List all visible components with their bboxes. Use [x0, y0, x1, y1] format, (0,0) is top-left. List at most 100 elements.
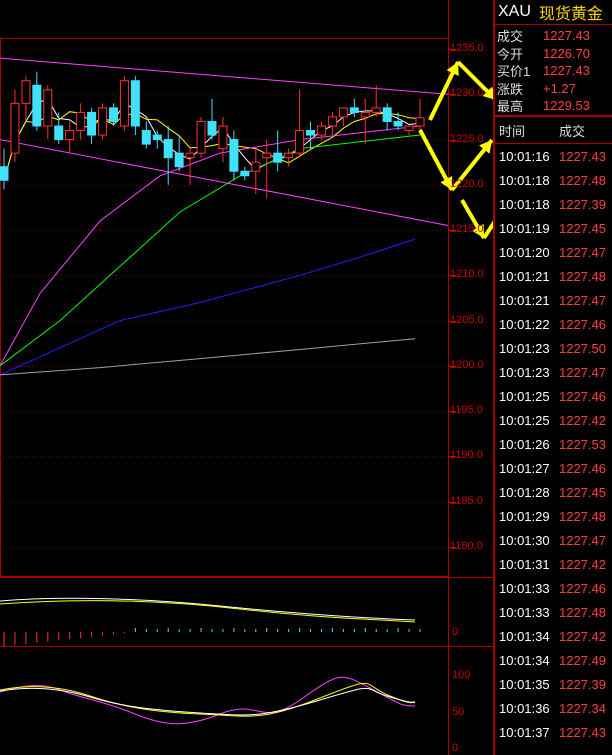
candle-body [295, 130, 305, 154]
ticks-header: 时间 成交 [495, 117, 612, 144]
tick-price: 1227.48 [559, 508, 606, 524]
ma-line [0, 338, 416, 376]
price-axis-label: 1190.0 [450, 449, 483, 462]
tick-time: 10:01:21 [499, 268, 550, 284]
candle-body [327, 116, 337, 127]
tick-price: 1227.39 [559, 196, 606, 212]
price-axis-label: 1220.0 [450, 177, 484, 190]
price-axis-label: 1195.0 [450, 404, 483, 417]
ticks-price-header: 成交 [559, 123, 586, 139]
candle-body [262, 152, 272, 159]
candle-body [273, 152, 283, 163]
tick-price: 1227.46 [559, 460, 606, 476]
macd-line [0, 597, 416, 621]
tick-price: 1227.39 [559, 676, 606, 692]
tick-time: 10:01:23 [499, 340, 550, 356]
tick-time: 10:01:19 [499, 220, 550, 236]
quote-value: 1226.70 [543, 45, 590, 61]
tick-list[interactable]: 10:01:16 1227.43 10:01:18 1227.48 10:01:18 12… [495, 144, 612, 744]
ma-line [0, 238, 416, 376]
tick-row: 10:01:16 1227.43 [495, 144, 612, 168]
candlestick-chart-panel[interactable]: 1235.0 1230.0 1225.0 1220.0 1215.0 1210.0 1205… [0, 0, 493, 755]
candle-body [338, 107, 348, 118]
tick-price: 1227.46 [559, 316, 606, 332]
tick-row: 10:01:25 1227.46 [495, 384, 612, 408]
ma-line [0, 134, 421, 367]
candle-body [404, 125, 414, 132]
tick-price: 1227.46 [559, 580, 606, 596]
quote-value: +1.27 [543, 80, 576, 96]
tick-row: 10:01:26 1227.53 [495, 432, 612, 456]
price-axis-label: 1210.0 [450, 268, 484, 281]
tick-row: 10:01:25 1227.42 [495, 408, 612, 432]
candle-body [415, 117, 425, 127]
tick-row: 10:01:18 1227.48 [495, 168, 612, 192]
quote-row: 涨跌 +1.27 [495, 80, 612, 98]
symbol-name: 现货黄金 [538, 6, 603, 23]
candle-body [54, 125, 64, 141]
tick-row: 10:01:21 1227.47 [495, 288, 612, 312]
osc-axis-label: 100 [452, 669, 471, 681]
tick-row: 10:01:29 1227.48 [495, 504, 612, 528]
tick-time: 10:01:18 [499, 196, 550, 212]
osc-k-line [0, 676, 416, 725]
candle-body [229, 139, 239, 172]
ticks-time-header: 时间 [499, 123, 526, 139]
price-axis-label: 1185.0 [450, 494, 483, 507]
tick-price: 1227.50 [559, 340, 606, 356]
tick-row: 10:01:36 1227.34 [495, 696, 612, 720]
quote-value: 1229.53 [543, 98, 590, 114]
candle-body [0, 166, 9, 181]
candle-body [316, 125, 326, 136]
candle-body [98, 107, 108, 136]
candle-body [174, 152, 184, 168]
candle-body [240, 170, 250, 177]
tick-price: 1227.46 [559, 388, 606, 404]
tick-row: 10:01:19 1227.45 [495, 216, 612, 240]
osc-j-line [0, 687, 416, 716]
quote-label: 成交 [497, 29, 524, 45]
price-axis-label: 1200.0 [450, 358, 484, 371]
candle-body [360, 111, 370, 118]
candle-body [251, 161, 261, 172]
tick-time: 10:01:16 [499, 148, 550, 164]
symbol-code: XAU [498, 3, 531, 20]
quote-value: 1227.43 [543, 28, 590, 44]
tick-price: 1227.43 [559, 724, 606, 740]
candle-body [218, 125, 228, 150]
quote-row: 买价1 1227.43 [495, 62, 612, 80]
ma-line [0, 125, 421, 367]
quote-row: 今开 1226.70 [495, 45, 612, 63]
quote-sidebar: XAU 现货黄金 成交 1227.43 今开 1226.70 买价1 1227.43 … [493, 0, 612, 755]
tick-price: 1227.48 [559, 604, 606, 620]
tick-time: 10:01:35 [499, 676, 550, 692]
candle-body [141, 130, 151, 145]
tick-row: 10:01:37 1227.43 [495, 720, 612, 744]
tick-row: 10:01:35 1227.39 [495, 672, 612, 696]
candle-body [10, 102, 20, 154]
price-axis-label: 1225.0 [450, 132, 484, 145]
tick-row: 10:01:23 1227.50 [495, 336, 612, 360]
tick-price: 1227.42 [559, 628, 606, 644]
tick-row: 10:01:34 1227.42 [495, 624, 612, 648]
tick-time: 10:01:30 [499, 532, 550, 548]
tick-time: 10:01:36 [499, 700, 550, 716]
candle-body [152, 134, 162, 141]
candle-body [306, 130, 316, 136]
tick-row: 10:01:28 1227.45 [495, 480, 612, 504]
price-grid [0, 0, 493, 755]
candle-body [185, 152, 195, 159]
macd-panel [0, 597, 421, 647]
price-axis-label: 1235.0 [450, 42, 484, 55]
tick-time: 10:01:22 [499, 316, 550, 332]
osc-axis-label: 50 [452, 706, 465, 718]
tick-price: 1227.47 [559, 532, 606, 548]
tick-row: 10:01:22 1227.46 [495, 312, 612, 336]
tick-time: 10:01:21 [499, 292, 550, 308]
tick-row: 10:01:31 1227.42 [495, 552, 612, 576]
candle-body [43, 89, 53, 127]
tick-row: 10:01:34 1227.49 [495, 648, 612, 672]
candle-body [87, 111, 97, 136]
candle-body [119, 80, 129, 127]
symbol-header: XAU 现货黄金 [495, 0, 612, 25]
